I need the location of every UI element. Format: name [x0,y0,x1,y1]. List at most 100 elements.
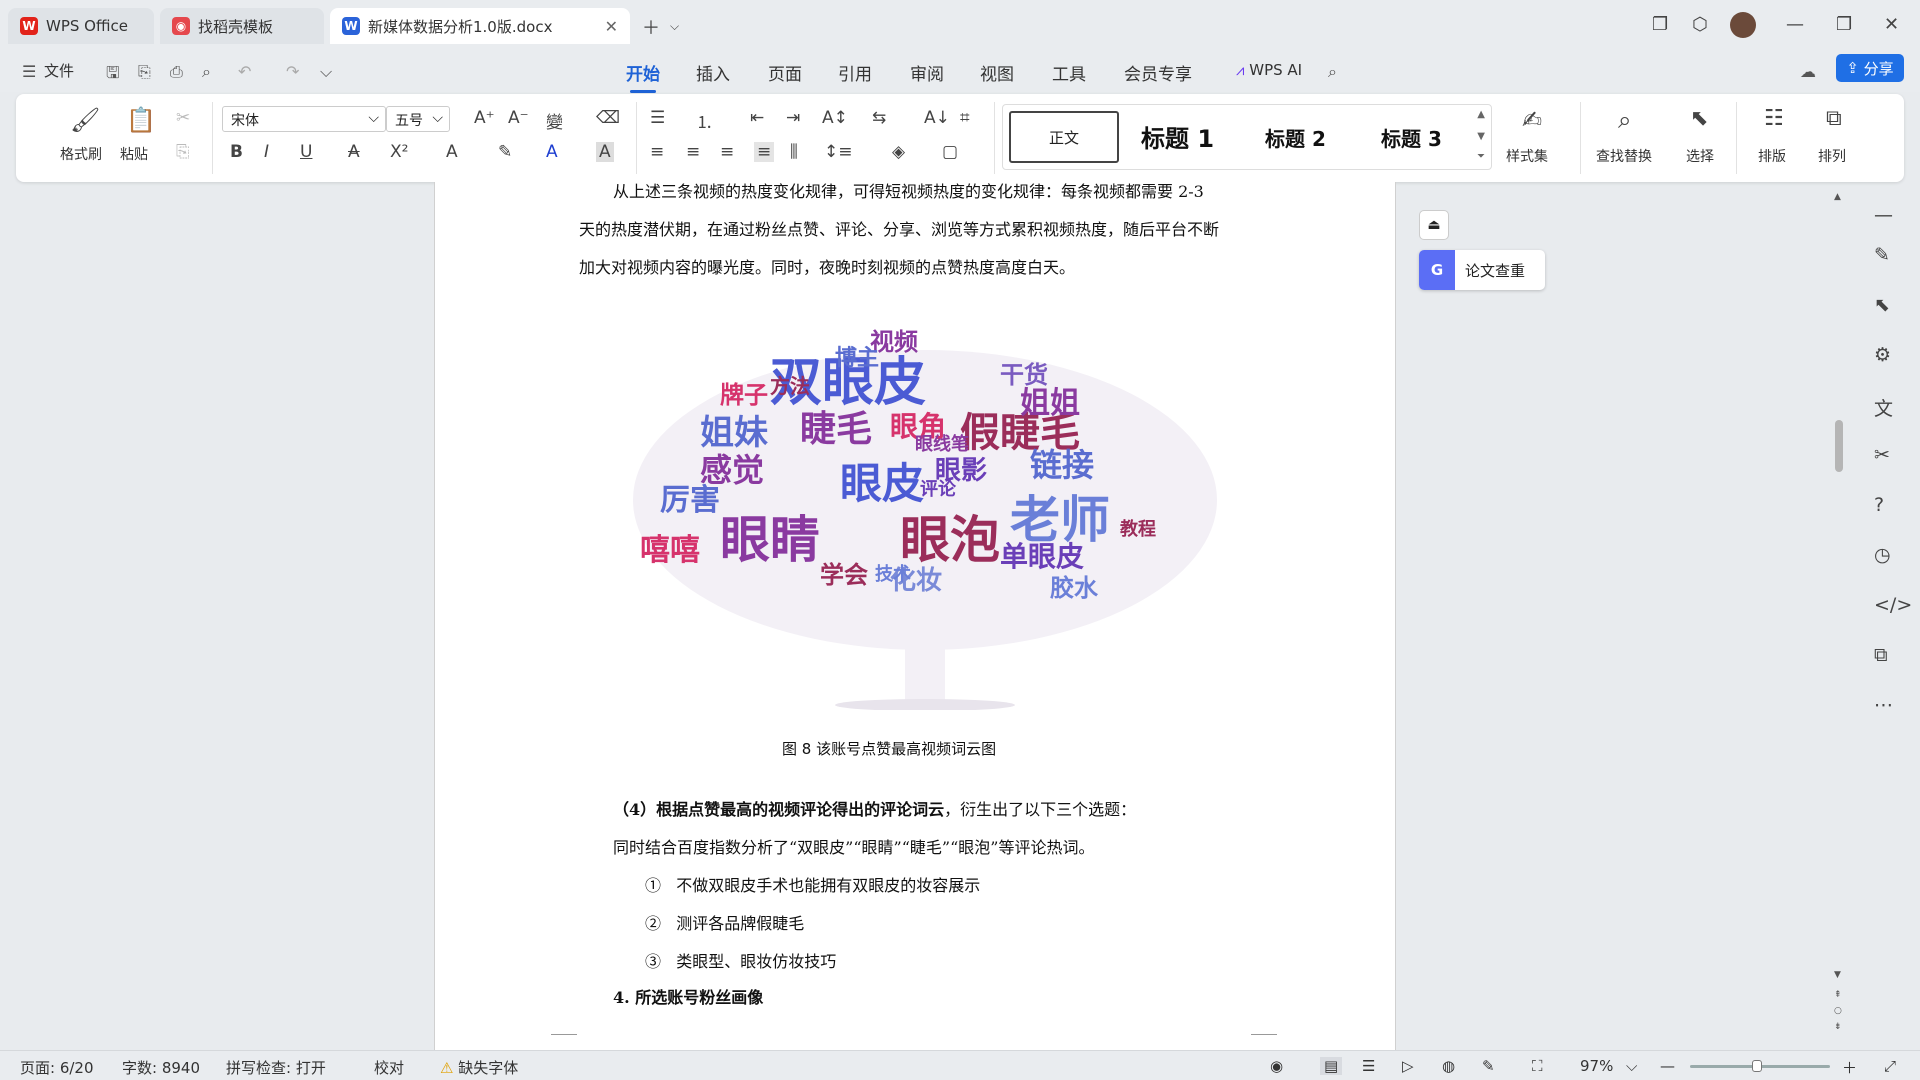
tab-template[interactable]: ◉ 找稻壳模板 [160,8,324,44]
style-set-label[interactable]: 样式集 [1506,146,1548,166]
minimize-panel-icon[interactable]: — [1874,204,1893,226]
zoom-slider-thumb[interactable] [1752,1060,1762,1072]
spell-check[interactable]: 拼写检查: 打开 [226,1057,326,1078]
tab-wps-office[interactable]: W WPS Office [8,8,154,44]
plugin-icon[interactable]: ⧉ [1874,644,1888,666]
translate-icon[interactable]: 文 [1874,394,1893,421]
zoom-level[interactable]: 97% [1580,1057,1613,1075]
font-size-select[interactable]: 五号 ⌵ [386,106,450,132]
share-button[interactable]: ⇪ 分享 [1836,54,1904,82]
scroll-down-icon[interactable]: ▼ [1834,970,1841,980]
quick-access-chevron-icon[interactable]: ⌵ [320,62,332,82]
tab-insert[interactable]: 插入 [696,60,730,85]
select-label[interactable]: 选择 [1686,146,1714,166]
page-view-icon[interactable]: ▤ [1320,1057,1343,1075]
align-left-icon[interactable]: ≡ [650,142,664,162]
show-marks-icon[interactable]: ⌗ [960,108,970,128]
proofread[interactable]: 校对 [374,1057,404,1078]
shading-icon[interactable]: ◈ [892,142,905,162]
paste-label[interactable]: 粘贴 [120,144,148,164]
line-spacing-icon[interactable]: ↕≡ [824,142,853,162]
select-cursor-icon[interactable]: ⬉ [1690,106,1708,131]
export-icon[interactable]: ⎘ [138,62,151,82]
tab-page[interactable]: 页面 [768,60,802,85]
undo-icon[interactable]: ↶ [238,62,251,81]
tab-review[interactable]: 审阅 [910,60,944,85]
format-painter-icon[interactable]: 🖌 [70,106,100,134]
text-effect-icon[interactable]: A [446,142,458,162]
bold-icon[interactable]: B [230,142,243,162]
hamburger-icon[interactable]: ☰ [22,62,36,81]
layout-icon[interactable]: ☷ [1764,106,1784,131]
align-center-icon[interactable]: ≡ [686,142,700,162]
align-right-icon[interactable]: ≡ [720,142,734,162]
close-tab-icon[interactable]: ✕ [605,17,618,36]
text-direction-icon[interactable]: A↕ [822,108,848,128]
cube-icon[interactable]: ⬡ [1692,14,1708,35]
pen-icon[interactable]: ✎ [1874,244,1890,266]
style-heading-3[interactable]: 标题 3 [1381,123,1442,152]
eye-protection-icon[interactable]: ◉ [1270,1057,1283,1075]
sort-convert-icon[interactable]: ⇆ [872,108,886,128]
char-shading-icon[interactable]: A [596,142,614,162]
strikethrough-icon[interactable]: A [348,142,360,162]
more-icon[interactable]: ⋯ [1874,694,1893,716]
decrease-indent-icon[interactable]: ⇤ [750,108,764,128]
cut-icon[interactable]: ✂ [176,108,190,128]
tab-home[interactable]: 开始 [626,60,660,93]
pointer-icon[interactable]: ⬉ [1874,294,1890,316]
save-icon[interactable]: 🖫 [106,62,120,89]
write-mode-icon[interactable]: ✎ [1482,1057,1495,1075]
sort-icon[interactable]: A↓ [924,108,950,128]
select-browse-icon[interactable]: ○ [1834,1006,1842,1016]
find-icon[interactable]: ⌕ [1618,106,1631,134]
missing-font[interactable]: ⚠ 缺失字体 [440,1057,518,1078]
tab-list-chevron-icon[interactable]: ⌵ [670,19,679,34]
border-icon[interactable]: ▢ [942,142,958,162]
bullet-list-icon[interactable]: ☰ [650,108,665,128]
zoom-dropdown-icon[interactable]: ⌵ [1626,1057,1637,1075]
cloud-sync-icon[interactable]: ☁ [1800,62,1816,81]
prev-page-icon[interactable]: ⇞ [1834,990,1842,1000]
highlight-icon[interactable]: ✎ [498,142,512,162]
justify-icon[interactable]: ≡ [754,142,775,162]
italic-icon[interactable]: I [264,142,269,162]
superscript-icon[interactable]: X² [390,142,408,162]
close-window-icon[interactable]: ✕ [1884,14,1899,35]
restore-icon[interactable]: ❐ [1836,14,1852,35]
shrink-font-icon[interactable]: A⁻ [508,108,529,128]
find-replace-label[interactable]: 查找替换 [1596,146,1652,166]
distribute-icon[interactable]: ⫼ [790,142,798,162]
history-icon[interactable]: ◷ [1874,544,1891,566]
tools-icon[interactable]: ✂ [1874,444,1890,466]
copy-icon[interactable]: ⎘ [176,142,190,162]
file-menu[interactable]: 文件 [44,60,74,81]
print-icon[interactable]: ⎙ [170,62,183,82]
font-family-select[interactable]: 宋体 ⌵ [222,106,386,132]
paste-icon[interactable]: 📋 [126,106,156,134]
web-view-icon[interactable]: ◍ [1442,1057,1455,1075]
minimize-icon[interactable]: — [1786,14,1804,35]
window-layout-icon[interactable]: ❐ [1652,14,1668,35]
code-icon[interactable]: </> [1874,594,1912,616]
wps-ai-button[interactable]: ⩘ WPS AI [1236,61,1302,79]
style-heading-2[interactable]: 标题 2 [1265,123,1326,152]
phonetic-icon[interactable]: 變 [546,108,563,133]
redo-icon[interactable]: ↷ [286,62,299,81]
font-color-icon[interactable]: A [546,142,558,162]
vertical-scrollbar[interactable]: ▲ ▼ ⇞ ○ ⇟ [1832,190,1844,1050]
zoom-in-icon[interactable]: ＋ [1842,1057,1857,1078]
tab-reference[interactable]: 引用 [838,60,872,85]
page-indicator[interactable]: 页面: 6/20 [20,1057,94,1078]
arrange-label[interactable]: 排列 [1818,146,1846,166]
wordcloud-figure[interactable]: 双眼皮 眼睛 眼泡 老师 假睫毛 睫毛 眼皮 链接 姐妹 感觉 厉害 嘻嘻 单眼皮 化妆 姐姐 眼角 视频 博主眼… [620,310,1220,710]
layout-label[interactable]: 排版 [1758,146,1786,166]
scroll-up-icon[interactable]: ▲ [1834,192,1841,202]
format-painter-label[interactable]: 格式刷 [60,144,102,164]
style-heading-1[interactable]: 标题 1 [1141,119,1214,154]
outline-view-icon[interactable]: ☰ [1362,1057,1375,1075]
new-tab-icon[interactable]: ＋ [642,14,660,40]
tab-tools[interactable]: 工具 [1052,60,1086,85]
word-count[interactable]: 字数: 8940 [122,1057,200,1078]
grow-font-icon[interactable]: A⁺ [474,108,495,128]
